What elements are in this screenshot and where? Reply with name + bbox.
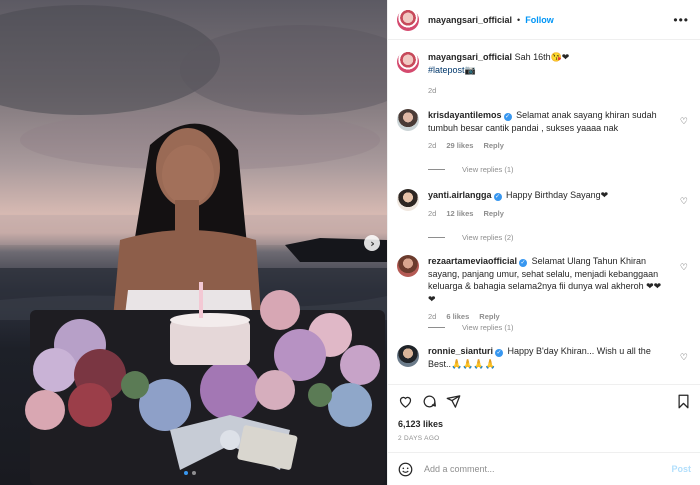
author-avatar[interactable]: [397, 51, 419, 73]
caption-time: 2d: [428, 86, 437, 95]
heart-icon[interactable]: ♡: [680, 263, 688, 273]
view-replies-label[interactable]: View replies (1): [462, 165, 514, 174]
comment-icon[interactable]: [422, 394, 437, 409]
reply-button[interactable]: Reply: [483, 140, 503, 153]
comments-list[interactable]: mayangsari_official Sah 16th😘❤ #latepost…: [388, 41, 700, 383]
commenter-avatar[interactable]: [397, 255, 419, 277]
follow-button[interactable]: Follow: [525, 15, 554, 25]
comment-likes[interactable]: 12 likes: [446, 208, 473, 221]
carousel-dot: [192, 471, 196, 475]
commenter-avatar[interactable]: [397, 345, 419, 367]
chevron-right-icon: ›: [370, 236, 375, 250]
comment-item: ronnie_sianturi ✓ Happy B'day Khiran... W…: [397, 345, 692, 370]
separator-dot: •: [517, 14, 521, 25]
photo-scene: [0, 5, 387, 485]
comment-time: 2d: [428, 312, 437, 321]
comment-username[interactable]: yanti.airlangga: [428, 190, 492, 200]
caption-hashtag[interactable]: #latepost📷: [428, 65, 476, 75]
post-header: mayangsari_official • Follow •••: [388, 0, 700, 40]
view-replies-label[interactable]: View replies (2): [462, 233, 514, 242]
next-photo-button[interactable]: ›: [364, 235, 380, 251]
like-heart-icon[interactable]: [398, 394, 413, 409]
verified-icon: ✓: [519, 259, 528, 267]
comment-text: Happy Birthday Sayang❤: [506, 190, 609, 200]
comment-time: 2d: [428, 141, 437, 150]
comment-username[interactable]: krisdayantilemos: [428, 110, 502, 120]
carousel-dot-active: [184, 471, 188, 475]
more-icon[interactable]: •••: [673, 13, 689, 27]
reply-button[interactable]: Reply: [479, 311, 499, 324]
comment-username[interactable]: ronnie_sianturi: [428, 346, 493, 356]
heart-icon[interactable]: ♡: [680, 117, 688, 127]
commenter-avatar[interactable]: [397, 109, 419, 131]
post-photo[interactable]: ›: [0, 0, 387, 485]
carousel-dots: [184, 471, 196, 475]
comment-item: rezaartameviaofficial ✓ Selamat Ulang Tah…: [397, 255, 692, 324]
post-actions: 6,123 likes 2 DAYS AGO: [388, 384, 700, 444]
caption-username[interactable]: mayangsari_official: [428, 52, 512, 62]
comment-username[interactable]: rezaartameviaofficial: [428, 256, 517, 266]
post-side-panel: mayangsari_official • Follow ••• mayangs…: [387, 0, 700, 485]
commenter-avatar[interactable]: [397, 189, 419, 211]
view-replies[interactable]: View replies (2): [428, 233, 514, 242]
add-comment-bar: Post: [388, 452, 700, 485]
view-replies[interactable]: View replies (1): [428, 165, 514, 174]
comment-likes[interactable]: 29 likes: [446, 140, 473, 153]
verified-icon: ✓: [493, 193, 502, 201]
caption-text: Sah 16th😘❤: [514, 52, 570, 62]
verified-icon: ✓: [503, 113, 512, 121]
comment-time: 2d: [428, 208, 437, 218]
replies-line: [428, 237, 445, 238]
comment-item: krisdayantilemos ✓ Selamat anak sayang kh…: [397, 109, 692, 153]
post-timestamp: 2 DAYS AGO: [398, 435, 440, 442]
comment-likes[interactable]: 6 likes: [446, 311, 469, 324]
share-icon[interactable]: [446, 394, 461, 409]
view-replies[interactable]: View replies (1): [428, 323, 514, 332]
comment-item: yanti.airlangga ✓ Happy Birthday Sayang❤ …: [397, 189, 692, 220]
reply-button[interactable]: Reply: [483, 208, 503, 221]
post-comment-button[interactable]: Post: [671, 464, 691, 474]
caption: mayangsari_official Sah 16th😘❤ #latepost…: [397, 51, 692, 98]
view-replies-label[interactable]: View replies (1): [462, 323, 514, 332]
emoji-icon[interactable]: [398, 462, 413, 477]
heart-icon[interactable]: ♡: [680, 197, 688, 207]
author-username[interactable]: mayangsari_official: [428, 15, 512, 25]
add-comment-input[interactable]: [424, 464, 672, 474]
heart-icon[interactable]: ♡: [680, 353, 688, 363]
bookmark-icon[interactable]: [676, 394, 691, 409]
verified-icon: ✓: [495, 349, 504, 357]
author-avatar[interactable]: [397, 8, 419, 31]
replies-line: [428, 169, 445, 170]
replies-line: [428, 327, 445, 328]
likes-count[interactable]: 6,123 likes: [398, 419, 443, 429]
